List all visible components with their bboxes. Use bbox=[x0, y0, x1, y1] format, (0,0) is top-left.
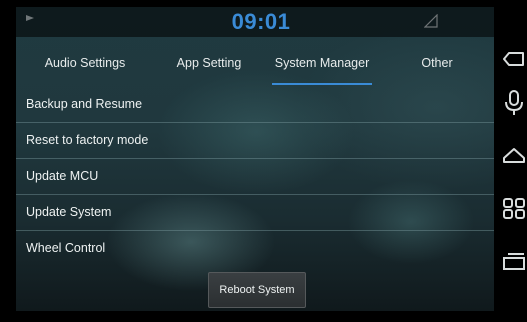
recent-apps-button[interactable] bbox=[499, 245, 527, 275]
apps-grid-icon bbox=[503, 198, 525, 219]
settings-list: Backup and Resume Reset to factory mode … bbox=[16, 87, 494, 266]
tab-audio-settings[interactable]: Audio Settings bbox=[16, 41, 154, 85]
voice-button[interactable] bbox=[499, 88, 527, 118]
tab-other[interactable]: Other bbox=[380, 41, 494, 85]
apps-button[interactable] bbox=[499, 193, 527, 223]
reboot-system-button[interactable]: Reboot System bbox=[208, 272, 306, 308]
back-button[interactable] bbox=[499, 44, 527, 74]
settings-screen: 09:01 Audio Settings App Setting System … bbox=[16, 7, 494, 311]
play-indicator-icon bbox=[26, 15, 34, 21]
tab-app-setting[interactable]: App Setting bbox=[154, 41, 264, 85]
microphone-icon bbox=[505, 90, 523, 115]
home-icon bbox=[503, 148, 525, 163]
home-button[interactable] bbox=[499, 140, 527, 170]
signal-icon bbox=[424, 14, 438, 28]
menu-item-reset-factory[interactable]: Reset to factory mode bbox=[16, 123, 494, 159]
menu-item-wheel-control[interactable]: Wheel Control bbox=[16, 231, 494, 266]
status-bar: 09:01 bbox=[16, 7, 494, 37]
menu-item-backup-and-resume[interactable]: Backup and Resume bbox=[16, 87, 494, 123]
tab-bar: Audio Settings App Setting System Manage… bbox=[16, 41, 494, 85]
recent-apps-icon bbox=[503, 253, 525, 270]
menu-item-update-system[interactable]: Update System bbox=[16, 195, 494, 231]
tab-system-manager[interactable]: System Manager bbox=[264, 41, 380, 85]
menu-item-update-mcu[interactable]: Update MCU bbox=[16, 159, 494, 195]
clock: 09:01 bbox=[231, 9, 291, 34]
nav-sidebar bbox=[499, 30, 527, 322]
back-icon bbox=[503, 52, 524, 66]
